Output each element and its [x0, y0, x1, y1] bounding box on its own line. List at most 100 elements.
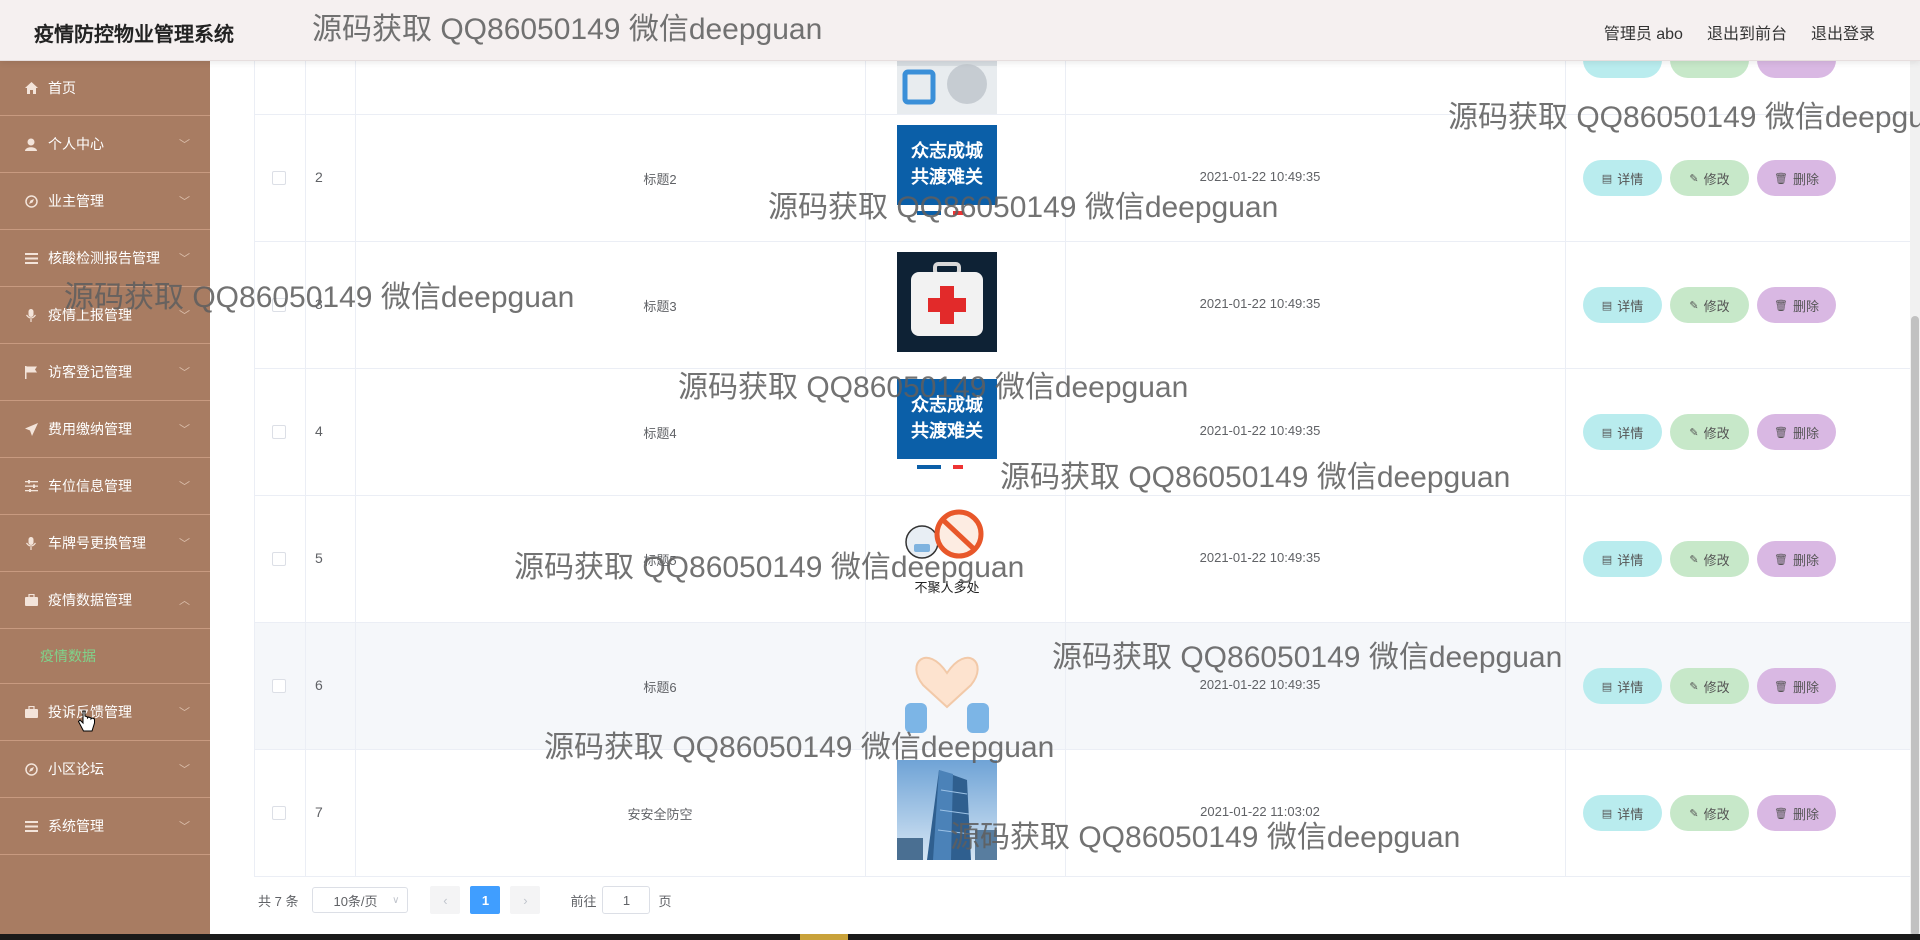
pencil-icon: ✎	[1689, 680, 1699, 693]
chevron-down-icon: ∨	[392, 894, 400, 906]
detail-button[interactable]: ▤ 详情	[1583, 668, 1662, 704]
flag-icon	[24, 365, 38, 379]
sidebar-item-parking[interactable]: 车位信息管理 ﹀	[0, 458, 210, 515]
edit-button[interactable]: ✎ 修改	[1670, 160, 1749, 196]
trash-icon: 🗑	[1774, 680, 1788, 693]
sidebar-item-fees[interactable]: 费用缴纳管理 ﹀	[0, 401, 210, 458]
svg-text:共渡难关: 共渡难关	[911, 166, 983, 188]
trash-icon: 🗑	[1774, 807, 1788, 820]
sidebar-item-nucleic-report[interactable]: 核酸检测报告管理 ﹀	[0, 230, 210, 287]
row-actions: ▤ 详情 ✎ 修改 🗑 删除	[1583, 414, 1836, 450]
goto-page-input[interactable]: 1	[602, 886, 651, 914]
sidebar-item-system[interactable]: 系统管理 ﹀	[0, 798, 210, 855]
delete-button[interactable]	[1757, 60, 1836, 78]
chevron-down-icon: ﹀	[179, 253, 190, 265]
page-number-active[interactable]: 1	[470, 886, 501, 914]
sidebar-item-forum[interactable]: 小区论坛 ﹀	[0, 741, 210, 798]
row-image	[897, 760, 997, 860]
send-icon	[24, 422, 38, 436]
sidebar-item-owners[interactable]: 业主管理 ﹀	[0, 173, 210, 230]
sidebar-item-home[interactable]: 首页	[0, 60, 210, 116]
logout-link[interactable]: 退出登录	[1811, 20, 1875, 44]
mouse-cursor-icon	[77, 710, 96, 737]
edit-button[interactable]	[1670, 60, 1749, 78]
row-checkbox[interactable]	[272, 806, 286, 820]
row-time: 2021-01-22 11:03:02	[1200, 804, 1320, 819]
chevron-down-icon: ﹀	[179, 196, 190, 208]
edit-button[interactable]: ✎ 修改	[1670, 795, 1749, 831]
scrollbar-thumb[interactable]	[1911, 316, 1919, 936]
sidebar-item-label: 车位信息管理	[48, 478, 132, 494]
delete-button[interactable]: 🗑 删除	[1757, 414, 1836, 450]
chevron-up-icon: ︿	[179, 595, 190, 607]
sidebar-item-label: 访客登记管理	[48, 364, 132, 380]
detail-button[interactable]: ▤ 详情	[1583, 795, 1662, 831]
table-row: 6 标题6 2021-01-22 10:49:35 ▤ 详情 ✎ 修改 🗑 删除	[255, 623, 1920, 750]
delete-button[interactable]: 🗑 删除	[1757, 795, 1836, 831]
sidebar-item-visitor[interactable]: 访客登记管理 ﹀	[0, 344, 210, 401]
sidebar-item-epidemic-report[interactable]: 疫情上报管理 ﹀	[0, 287, 210, 344]
submenu-item-epidemic-data[interactable]: 疫情数据	[0, 629, 210, 684]
row-checkbox[interactable]	[272, 425, 286, 439]
chevron-down-icon: ﹀	[179, 707, 190, 719]
delete-button[interactable]: 🗑 删除	[1757, 541, 1836, 577]
row-title: 标题4	[643, 426, 677, 441]
chevron-down-icon: ﹀	[179, 367, 190, 379]
home-icon	[24, 81, 38, 95]
pencil-icon: ✎	[1689, 553, 1699, 566]
scrollbar[interactable]	[1910, 60, 1920, 940]
detail-button[interactable]: ▤ 详情	[1583, 160, 1662, 196]
table-row: 2 标题2 众志成城 共渡难关 2021-01-22 10:49:35 ▤ 详情 …	[255, 115, 1920, 242]
top-header: 疫情防控物业管理系统 管理员 abo 退出到前台 退出登录	[0, 0, 1920, 61]
exit-front-link[interactable]: 退出到前台	[1707, 20, 1787, 44]
admin-label[interactable]: 管理员 abo	[1604, 20, 1683, 44]
prev-page-button[interactable]: ‹	[430, 886, 461, 914]
row-checkbox[interactable]	[272, 552, 286, 566]
row-actions: ▤ 详情 ✎ 修改 🗑 删除	[1583, 541, 1836, 577]
row-index: 4	[315, 423, 323, 439]
sidebar-item-complaints[interactable]: 投诉反馈管理 ﹀	[0, 684, 210, 741]
delete-button[interactable]: 🗑 删除	[1757, 287, 1836, 323]
table-row	[255, 60, 1920, 115]
sidebar-item-profile[interactable]: 个人中心 ﹀	[0, 116, 210, 173]
delete-button[interactable]: 🗑 删除	[1757, 160, 1836, 196]
sidebar-item-label: 业主管理	[48, 193, 104, 209]
sidebar-item-label: 核酸检测报告管理	[48, 250, 160, 266]
row-checkbox[interactable]	[272, 298, 286, 312]
detail-button[interactable]	[1583, 60, 1662, 78]
page-size-select[interactable]: 10条/页 ∨	[312, 887, 409, 913]
sidebar-item-epidemic-data[interactable]: 疫情数据管理 ︿	[0, 572, 210, 629]
detail-button[interactable]: ▤ 详情	[1583, 287, 1662, 323]
detail-button[interactable]: ▤ 详情	[1583, 541, 1662, 577]
user-icon	[24, 137, 38, 151]
sidebar-item-plate-change[interactable]: 车牌号更换管理 ﹀	[0, 515, 210, 572]
row-actions	[1583, 60, 1836, 78]
svg-text:不聚人多处: 不聚人多处	[914, 580, 979, 596]
edit-button[interactable]: ✎ 修改	[1670, 287, 1749, 323]
row-title: 标题6	[643, 680, 677, 695]
briefcase-icon	[24, 705, 38, 719]
edit-button[interactable]: ✎ 修改	[1670, 541, 1749, 577]
row-index: 2	[315, 169, 323, 185]
sidebar-item-label: 小区论坛	[48, 761, 104, 777]
table-row: 7 安安全防空 2021-01-22 11:03:02 ▤ 详情 ✎ 修改 🗑 删除	[255, 750, 1920, 877]
row-actions: ▤ 详情 ✎ 修改 🗑 删除	[1583, 160, 1836, 196]
svg-text:众志成城: 众志成城	[911, 140, 983, 162]
delete-button[interactable]: 🗑 删除	[1757, 668, 1836, 704]
edit-button[interactable]: ✎ 修改	[1670, 668, 1749, 704]
compass-icon	[24, 194, 38, 208]
document-icon: ▤	[1601, 680, 1613, 693]
edit-button[interactable]: ✎ 修改	[1670, 414, 1749, 450]
pagination: 共 7 条 10条/页 ∨ ‹ 1 › 前往 1 页	[258, 886, 672, 914]
row-checkbox[interactable]	[272, 679, 286, 693]
row-image	[897, 60, 997, 114]
next-page-button[interactable]: ›	[510, 886, 541, 914]
row-checkbox[interactable]	[272, 171, 286, 185]
list-icon	[24, 819, 38, 833]
sidebar-item-label: 疫情上报管理	[48, 307, 132, 323]
detail-button[interactable]: ▤ 详情	[1583, 414, 1662, 450]
sidebar-item-label: 费用缴纳管理	[48, 421, 132, 437]
trash-icon: 🗑	[1774, 299, 1788, 312]
svg-text:共渡难关: 共渡难关	[911, 420, 983, 442]
row-title: 标题5	[643, 553, 677, 568]
